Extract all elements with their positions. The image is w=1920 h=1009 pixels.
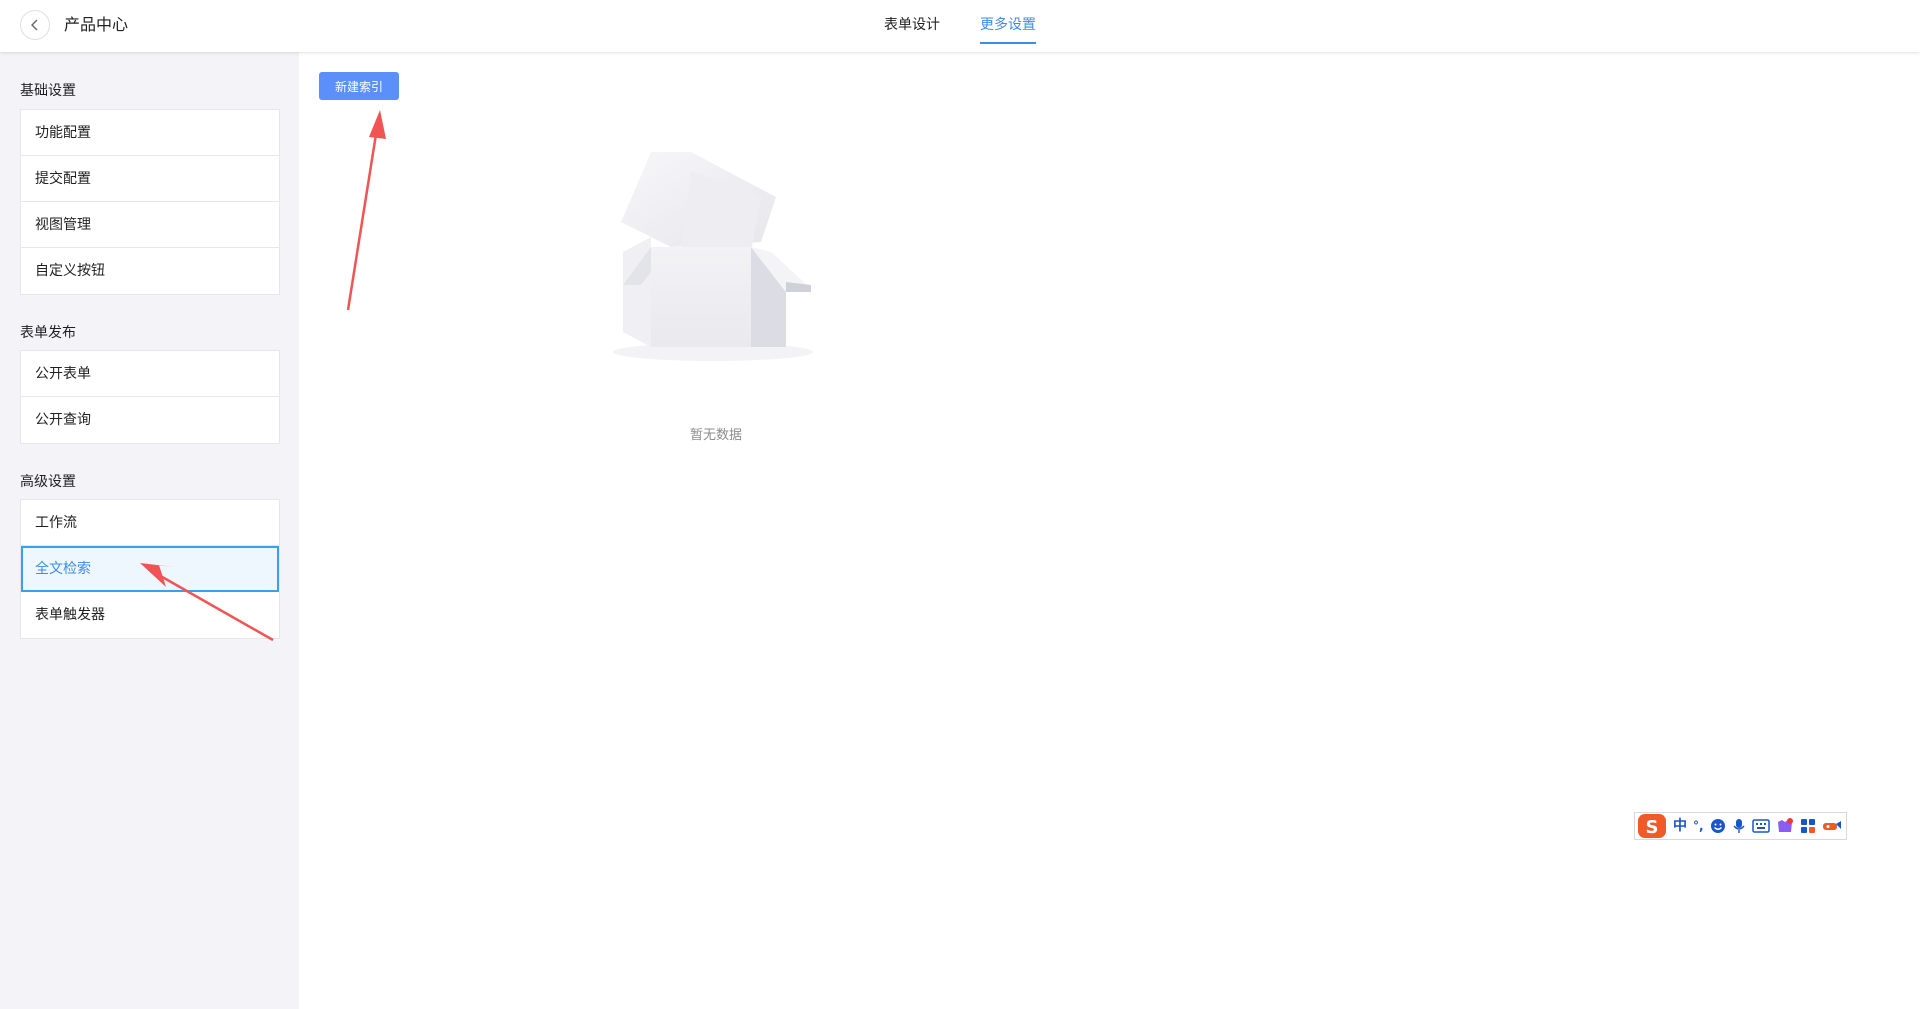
ime-toolbar: S 中 °,: [1634, 812, 1847, 840]
empty-state: 暂无数据: [611, 152, 821, 443]
group-title-publish: 表单发布: [20, 325, 76, 341]
empty-box-icon: [613, 152, 813, 361]
menu-publish: 公开表单 公开查询: [20, 350, 280, 444]
new-index-button[interactable]: 新建索引: [319, 72, 399, 100]
sogou-logo-icon[interactable]: S: [1637, 812, 1667, 840]
sidebar-item-public-form[interactable]: 公开表单: [21, 351, 279, 397]
settings-sidebar: 基础设置 功能配置 提交配置 视图管理 自定义按钮 表单发布 公开表单 公开查询…: [0, 52, 299, 1009]
empty-state-text: 暂无数据: [689, 428, 742, 443]
emoji-icon[interactable]: [1710, 818, 1726, 834]
sidebar-item-public-query[interactable]: 公开查询: [21, 397, 279, 443]
sidebar-item-function-config[interactable]: 功能配置: [21, 110, 279, 156]
sidebar-item-form-triggers[interactable]: 表单触发器: [21, 592, 279, 638]
top-bar: 产品中心 表单设计 更多设置: [0, 0, 1920, 52]
more-icon[interactable]: [1822, 819, 1842, 833]
main-content: 新建索引 暂无数据: [299, 52, 1920, 1009]
sidebar-item-view-management[interactable]: 视图管理: [21, 202, 279, 248]
sidebar-item-custom-buttons[interactable]: 自定义按钮: [21, 248, 279, 294]
keyboard-icon[interactable]: [1751, 819, 1770, 833]
top-tabs: 表单设计 更多设置: [884, 0, 1076, 52]
chevron-left-icon: [31, 19, 38, 31]
toolbox-icon[interactable]: [1800, 818, 1816, 834]
sidebar-item-submit-config[interactable]: 提交配置: [21, 156, 279, 202]
sidebar-item-full-text-search[interactable]: 全文检索: [21, 546, 279, 592]
menu-basic: 功能配置 提交配置 视图管理 自定义按钮: [20, 109, 280, 295]
group-title-advanced: 高级设置: [20, 474, 76, 490]
microphone-icon[interactable]: [1732, 818, 1746, 834]
tab-more-settings[interactable]: 更多设置: [980, 0, 1036, 52]
ime-punctuation-toggle[interactable]: °,: [1693, 816, 1704, 836]
group-title-basic: 基础设置: [20, 83, 76, 99]
sidebar-item-workflow[interactable]: 工作流: [21, 500, 279, 546]
skin-icon[interactable]: [1776, 818, 1794, 834]
app-title: 产品中心: [64, 15, 129, 34]
menu-advanced: 工作流 全文检索 表单触发器: [20, 499, 280, 639]
svg-text:S: S: [1646, 817, 1659, 838]
ime-mode-toggle[interactable]: 中: [1673, 816, 1687, 836]
tab-form-design[interactable]: 表单设计: [884, 0, 940, 52]
back-button[interactable]: [20, 10, 50, 40]
